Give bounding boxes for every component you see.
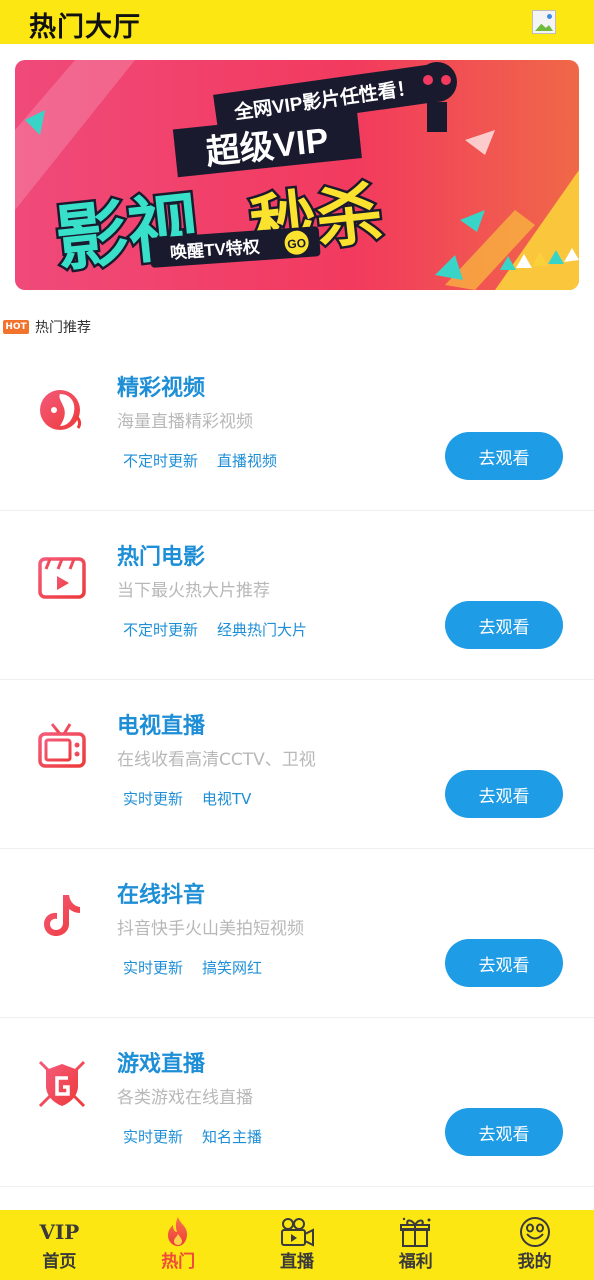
promo-banner[interactable]: 全网VIP影片任性看！ 超级VIP 影视 秒杀 唤醒TV特权 GO [15,60,579,290]
card-tag: 实时更新 [123,790,184,808]
watch-button[interactable]: 去观看 [445,770,563,818]
tv-icon [38,723,86,768]
tab-live[interactable]: 直播 [238,1210,357,1280]
card-tag: 实时更新 [123,959,184,977]
banner-go: GO [287,236,307,251]
list-item[interactable]: 电视直播 在线收看高清CCTV、卫视 实时更新 电视TV 去观看 [0,680,594,849]
tab-welfare[interactable]: 福利 [356,1210,475,1280]
watch-button[interactable]: 去观看 [445,432,563,480]
card-tag: 知名主播 [202,1128,263,1146]
game-shield-icon [38,1060,86,1108]
bottom-tab-bar: VIP 首页 热门 直播 福利 我的 [0,1210,594,1280]
tab-label: 我的 [517,1252,552,1272]
broken-image-icon[interactable] [532,10,556,34]
card-title: 在线抖音 [117,883,206,908]
card-description: 抖音快手火山美拍短视频 [117,919,304,939]
tab-label: 福利 [398,1252,433,1272]
card-tag: 电视TV [202,790,252,808]
card-title: 热门电影 [117,545,206,570]
card-title: 精彩视频 [117,376,206,401]
list-item[interactable]: 在线抖音 抖音快手火山美拍短视频 实时更新 搞笑网红 去观看 [0,849,594,1018]
card-title: 游戏直播 [117,1052,206,1077]
tab-label: 热门 [161,1252,196,1272]
page-title: 热门大厅 [29,12,141,43]
card-description: 各类游戏在线直播 [117,1088,253,1108]
card-description: 在线收看高清CCTV、卫视 [117,750,316,770]
watch-button[interactable]: 去观看 [445,939,563,987]
list-item[interactable]: 热门电影 当下最火热大片推荐 不定时更新 经典热门大片 去观看 [0,511,594,680]
card-description: 当下最火热大片推荐 [117,581,270,601]
card-description: 海量直播精彩视频 [117,412,253,432]
tab-label: 直播 [279,1252,314,1272]
tab-mine[interactable]: 我的 [475,1210,594,1280]
woman-face-icon [40,390,82,430]
tab-home[interactable]: VIP 首页 [0,1210,119,1280]
hot-recommend-label: 热门推荐 [35,320,91,336]
list-item[interactable]: 游戏直播 各类游戏在线直播 实时更新 知名主播 去观看 [0,1018,594,1187]
card-tag: 不定时更新 [123,621,199,639]
card-tag: 直播视频 [217,452,278,470]
watch-button[interactable]: 去观看 [445,601,563,649]
tab-hot[interactable]: 热门 [119,1210,238,1280]
top-header: 热门大厅 [0,0,594,44]
video-camera-icon [278,1216,316,1248]
hot-badge: HOT [3,320,29,334]
card-title: 电视直播 [117,714,206,739]
smiley-icon [516,1216,554,1248]
clapperboard-icon [38,557,86,599]
hot-recommend-header: HOT 热门推荐 [3,318,91,336]
banner-main-text-1: 影视 [52,186,204,281]
flame-icon [159,1216,197,1248]
tab-label: 首页 [42,1252,77,1272]
tiktok-icon [44,895,80,936]
card-tag: 搞笑网红 [202,959,263,977]
list-item[interactable]: 精彩视频 海量直播精彩视频 不定时更新 直播视频 去观看 [0,342,594,511]
vip-icon: VIP [39,1220,80,1244]
card-tag: 实时更新 [123,1128,184,1146]
card-tag: 不定时更新 [123,452,199,470]
card-tag: 经典热门大片 [217,621,308,639]
watch-button[interactable]: 去观看 [445,1108,563,1156]
gift-icon [397,1216,435,1248]
